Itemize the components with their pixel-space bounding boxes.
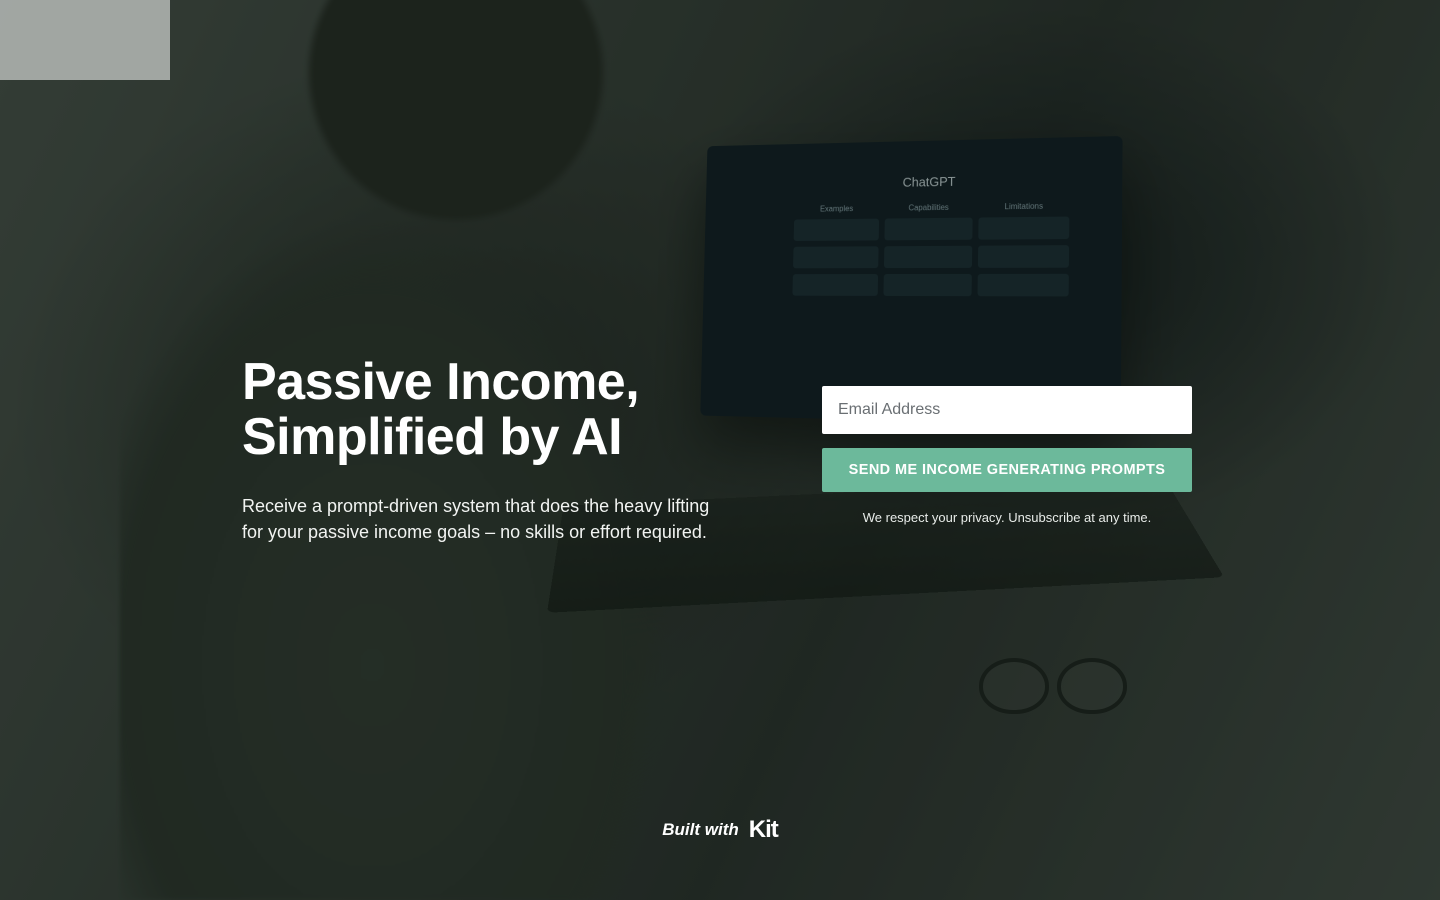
signup-form: SEND ME INCOME GENERATING PROMPTS We res… [822, 386, 1192, 525]
kit-logo-icon: Kit [749, 816, 778, 844]
submit-button[interactable]: SEND ME INCOME GENERATING PROMPTS [822, 448, 1192, 492]
hero-content: Passive Income, Simplified by AI Receive… [0, 355, 1440, 544]
hero-section: ChatGPT Examples Capabilities Limitation… [0, 0, 1440, 900]
hero-copy: Passive Income, Simplified by AI Receive… [242, 355, 782, 544]
badge-prefix: Built with [662, 820, 738, 840]
hero-subhead: Receive a prompt-driven system that does… [242, 493, 712, 545]
email-field[interactable] [822, 386, 1192, 434]
hero-headline: Passive Income, Simplified by AI [242, 355, 782, 464]
privacy-text: We respect your privacy. Unsubscribe at … [822, 510, 1192, 525]
built-with-kit-badge[interactable]: Built with Kit [662, 816, 777, 844]
headline-line-1: Passive Income, [242, 353, 639, 411]
headline-line-2: Simplified by AI [242, 408, 622, 466]
